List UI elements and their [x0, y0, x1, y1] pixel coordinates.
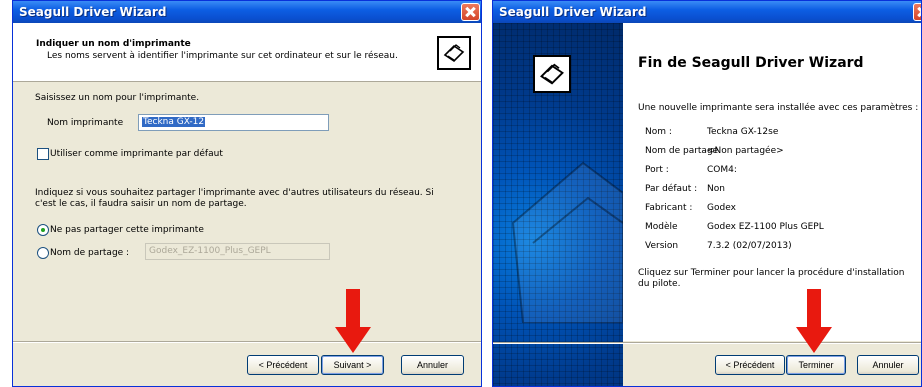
name-prompt: Saisissez un nom pour l'imprimante. [35, 93, 200, 103]
default-printer-checkbox[interactable] [37, 148, 49, 160]
no-share-label: Ne pas partager cette imprimante [50, 225, 204, 235]
share-name-input[interactable]: Godex_EZ-1100_Plus_GEPL [145, 243, 330, 260]
share-description: Indiquez si vous souhaitez partager l'im… [35, 188, 434, 198]
wizard-sidebar-banner [493, 23, 623, 386]
button-separator [13, 341, 481, 343]
header-title: Indiquer un nom d'imprimante [36, 39, 191, 49]
previous-button[interactable]: < Précédent [247, 355, 319, 375]
prop-key: Port : [645, 165, 669, 175]
title-bar: Seagull Driver Wizard [493, 1, 921, 23]
wizard-window-left: Seagull Driver Wizard Indiquer un nom d'… [12, 0, 482, 387]
prop-key: Version [645, 241, 679, 251]
name-label: Nom imprimante [47, 118, 124, 128]
title-bar: Seagull Driver Wizard [13, 1, 481, 23]
next-button[interactable]: Suivant > [321, 355, 384, 375]
prop-value: COM4: [707, 165, 737, 175]
wizard-header: Indiquer un nom d'imprimante Les noms se… [13, 23, 481, 82]
button-separator [493, 342, 921, 344]
finish-instruction: Cliquez sur Terminer pour lancer la proc… [638, 268, 905, 278]
prop-value: Godex EZ-1100 Plus GEPL [707, 222, 824, 232]
close-icon[interactable] [913, 3, 921, 21]
prop-key: Nom : [645, 127, 672, 137]
no-share-radio[interactable] [37, 224, 49, 236]
prop-value: Godex [707, 203, 736, 213]
cancel-button[interactable]: Annuler [857, 355, 919, 375]
red-arrow-icon [796, 289, 832, 353]
prop-value: Non [707, 184, 725, 194]
share-radio[interactable] [37, 247, 49, 259]
previous-button[interactable]: < Précédent [715, 355, 785, 375]
settings-intro: Une nouvelle imprimante sera installée a… [638, 103, 919, 113]
header-subtitle: Les noms servent à identifier l'impriman… [47, 51, 398, 61]
finish-heading: Fin de Seagull Driver Wizard [638, 55, 864, 71]
share-name-label: Nom de partage : [50, 248, 130, 258]
red-arrow-icon [335, 289, 371, 353]
printer-name-value: Teckna GX-12 [142, 117, 206, 127]
prop-key: Modèle [645, 222, 678, 232]
sidebar-printer-graphic [511, 161, 623, 323]
prop-key: Par défaut : [645, 184, 698, 194]
prop-key: Fabricant : [645, 203, 693, 213]
wizard-content: Fin de Seagull Driver Wizard Une nouvell… [623, 23, 921, 341]
close-icon[interactable] [461, 3, 480, 21]
wizard-window-right: Seagull Driver Wizard Fin de Seagull Dri… [492, 0, 922, 387]
printer-logo-icon [533, 55, 571, 93]
share-description-2: c'est le cas, il faudra saisir un nom de… [35, 199, 247, 209]
finish-button[interactable]: Terminer [786, 355, 846, 375]
default-printer-label: Utiliser comme imprimante par défaut [50, 149, 223, 159]
cancel-button[interactable]: Annuler [401, 355, 464, 375]
printer-name-input[interactable]: Teckna GX-12 [138, 114, 329, 131]
printer-logo-icon [437, 36, 471, 70]
prop-value: Teckna GX-12se [707, 127, 779, 137]
prop-value: <Non partagée> [707, 146, 784, 156]
prop-value: 7.3.2 (02/07/2013) [707, 241, 792, 251]
finish-instruction-2: du pilote. [638, 279, 681, 289]
